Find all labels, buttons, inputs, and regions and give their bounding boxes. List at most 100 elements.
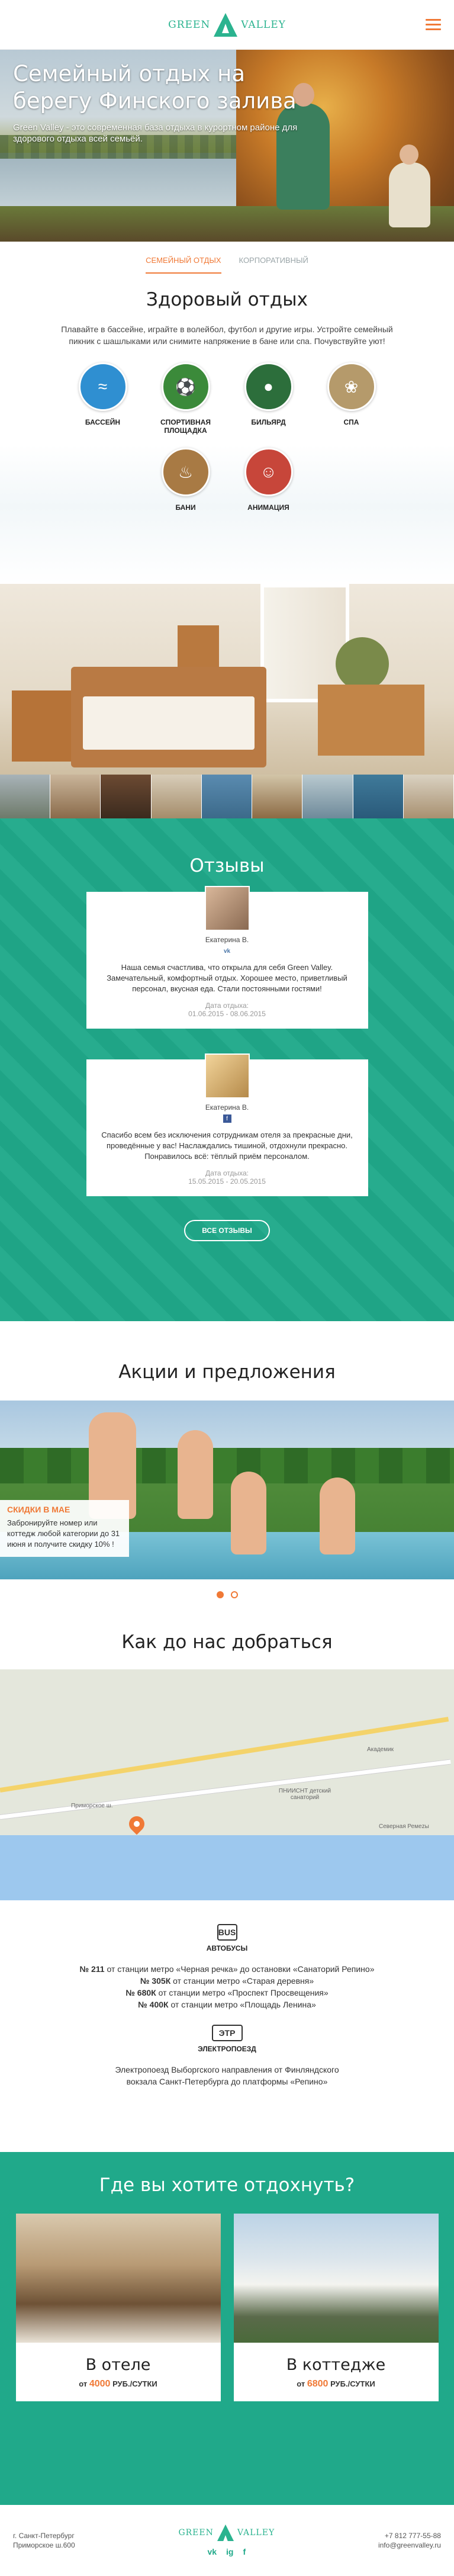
hero-ground <box>0 206 454 242</box>
cottage-photo <box>233 2214 439 2343</box>
activity-animation[interactable]: ☺ АНИМАЦИЯ <box>227 448 310 512</box>
footer-address: г. Санкт-Петербург Приморское ш.600 <box>13 2532 75 2549</box>
footer-contacts: +7 812 777-55-88 info@greenvalley.ru <box>378 2531 441 2550</box>
rest-type-tabs: СЕМЕЙНЫЙ ОТДЫХ КОРПОРАТИВНЫЙ <box>0 242 454 274</box>
menu-burger-icon[interactable] <box>426 19 441 33</box>
directions-section: Как до нас добраться Приморское ш. ПНИИС… <box>0 1598 454 1900</box>
activity-sauna[interactable]: ♨ БАНИ <box>144 448 227 512</box>
room-bed <box>71 667 266 767</box>
activity-sports[interactable]: ⚽ СПОРТИВНАЯ ПЛОЩАДКА <box>144 362 227 435</box>
train-title: ЭЛЕКТРОПОЕЗД <box>198 2045 256 2053</box>
review-text: Спасибо всем без исключения сотрудникам … <box>101 1130 353 1161</box>
map-highway <box>0 1759 451 1820</box>
gallery-thumb[interactable] <box>353 775 404 818</box>
hero-banner: Семейный отдых на берегу Финского залива… <box>0 50 454 242</box>
review-card: Екатерина В. vk Наша семья счастлива, чт… <box>86 886 368 1029</box>
hero-lake <box>0 153 250 206</box>
bus-title: АВТОБУСЫ <box>206 1944 248 1952</box>
train-icon: ЭТР <box>211 2025 243 2041</box>
slider-dot[interactable] <box>230 1591 238 1598</box>
cottage-card[interactable]: В коттедже от 6800 РУБ./СУТКИ <box>233 2214 439 2401</box>
site-footer: г. Санкт-Петербург Приморское ш.600 GREE… <box>0 2505 454 2576</box>
directions-title: Как до нас добраться <box>121 1631 333 1653</box>
footer-phone[interactable]: +7 812 777-55-88 <box>378 2531 441 2540</box>
promo-tag: СКИДКИ В МАЕ <box>7 1505 70 1514</box>
vk-icon[interactable]: vk <box>207 2547 217 2556</box>
hotel-price: от 4000 РУБ./СУТКИ <box>79 2379 157 2389</box>
hotel-card[interactable]: В отеле от 4000 РУБ./СУТКИ <box>15 2214 221 2401</box>
hotel-photo <box>15 2214 221 2343</box>
gallery-thumb[interactable] <box>50 775 101 818</box>
promo-title: Акции и предложения <box>118 1361 336 1383</box>
review-text: Наша семья счастлива, что открыла для се… <box>107 963 347 993</box>
billiard-icon: ● <box>244 362 293 411</box>
slider-dot[interactable] <box>216 1591 224 1598</box>
gallery-thumb[interactable] <box>302 775 353 818</box>
promo-card[interactable]: СКИДКИ В МАЕ Забронируйте номер или котт… <box>0 1500 129 1557</box>
promo-person <box>231 1472 266 1554</box>
map-label: Северная Ремеzы <box>379 1823 429 1830</box>
logo-left-text: GREEN <box>168 18 211 31</box>
activity-label: БАНИ <box>175 503 196 512</box>
gallery-thumb[interactable] <box>151 775 202 818</box>
accommodation-section: Где вы хотите отдохнуть? В отеле от 4000… <box>0 2152 454 2505</box>
review-date-label: Дата отдыха: <box>205 1001 249 1010</box>
activity-label: СПОРТИВНАЯ ПЛОЩАДКА <box>160 418 211 435</box>
hero-child-figure <box>389 144 430 227</box>
instagram-icon[interactable]: ig <box>226 2547 233 2556</box>
bus-line: № 400К от станции метро «Площадь Ленина» <box>138 2000 316 2009</box>
gallery-thumb[interactable] <box>101 775 152 818</box>
logo-right-text: VALLEY <box>241 18 286 31</box>
all-reviews-button[interactable]: ВСЕ ОТЗЫВЫ <box>184 1220 270 1241</box>
hotel-title: В отеле <box>85 2356 151 2374</box>
facebook-icon[interactable]: f <box>243 2547 246 2556</box>
hero-subtitle: Green Valley - это современная база отды… <box>13 123 298 144</box>
cottage-title: В коттедже <box>286 2356 386 2374</box>
review-date: 15.05.2015 - 20.05.2015 <box>188 1177 266 1186</box>
activity-spa[interactable]: ❀ СПА <box>310 362 393 435</box>
spa-icon: ❀ <box>327 362 376 411</box>
bus-line: № 680К от станции метро «Проспект Просве… <box>125 1988 329 1997</box>
train-text: Электропоезд Выборгского направления от … <box>115 2065 339 2086</box>
map-label: Приморское ш. <box>71 1803 113 1809</box>
gallery-thumb[interactable] <box>252 775 303 818</box>
sauna-icon: ♨ <box>161 448 210 496</box>
reviewer-name: Екатерина В. <box>205 936 249 944</box>
facebook-icon[interactable]: f <box>223 1114 231 1123</box>
logo-mountain-icon <box>217 2524 234 2545</box>
map[interactable]: Приморское ш. ПНИИСНТ детский санаторий … <box>0 1669 454 1900</box>
healthy-title: Здоровый отдых <box>146 289 308 310</box>
healthy-section: Здоровый отдых Плавайте в бассейне, игра… <box>0 274 454 584</box>
gallery-thumb[interactable] <box>201 775 253 818</box>
map-label: Академик <box>367 1746 394 1753</box>
gallery-thumb[interactable] <box>0 775 51 818</box>
map-pin-icon[interactable] <box>125 1813 148 1835</box>
tab-family[interactable]: СЕМЕЙНЫЙ ОТДЫХ <box>146 256 221 274</box>
bus-line: № 305К от станции метро «Старая деревня» <box>140 1976 314 1986</box>
activity-label: СПА <box>343 418 359 426</box>
activity-label: БАССЕЙН <box>85 418 121 426</box>
reviews-section: Отзывы Екатерина В. vk Наша семья счастл… <box>0 818 454 1321</box>
avatar <box>204 1053 250 1099</box>
accommodation-title: Где вы хотите отдохнуть? <box>99 2174 355 2196</box>
gallery-thumb[interactable] <box>403 775 454 818</box>
footer-social: vk ig f <box>207 2547 246 2556</box>
footer-email[interactable]: info@greenvalley.ru <box>378 2540 441 2550</box>
activity-pool[interactable]: ≈ БАССЕЙН <box>62 362 144 435</box>
logo[interactable]: GREEN VALLEY <box>168 12 286 37</box>
activity-label: АНИМАЦИЯ <box>247 503 289 512</box>
pool-icon: ≈ <box>78 362 127 411</box>
tab-corporate[interactable]: КОРПОРАТИВНЫЙ <box>239 256 308 274</box>
review-card: Екатерина В. f Спасибо всем без исключен… <box>86 1053 368 1196</box>
transport-section: BUS АВТОБУСЫ № 211 от станции метро «Чер… <box>0 1900 454 2152</box>
bus-icon: BUS <box>217 1924 237 1941</box>
vk-icon[interactable]: vk <box>223 947 231 955</box>
map-sea <box>0 1835 454 1900</box>
promo-person <box>178 1430 213 1519</box>
avatar <box>204 886 250 931</box>
accommodation-cards: В отеле от 4000 РУБ./СУТКИ В коттедже от… <box>0 2214 454 2401</box>
activity-billiard[interactable]: ● БИЛЬЯРД <box>227 362 310 435</box>
footer-logo[interactable]: GREEN VALLEY <box>178 2524 275 2545</box>
slider-dots <box>0 1591 454 1598</box>
reviewer-name: Екатерина В. <box>205 1103 249 1112</box>
